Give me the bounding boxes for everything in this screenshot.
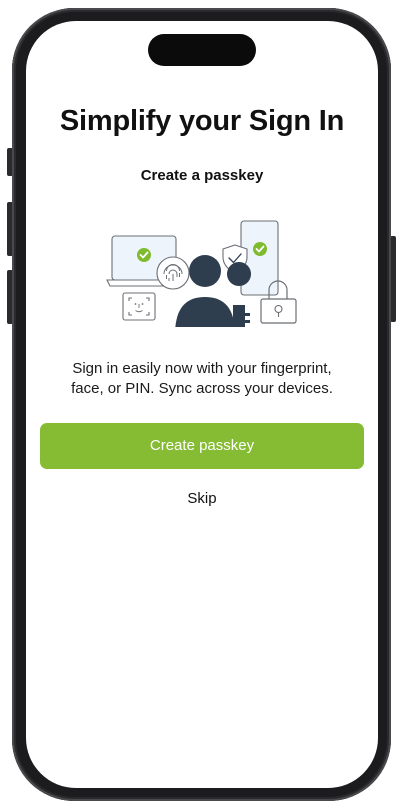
- create-passkey-button[interactable]: Create passkey: [40, 423, 364, 469]
- phone-screen: Simplify your Sign In Create a passkey S…: [26, 21, 378, 788]
- dynamic-island: [148, 34, 256, 66]
- laptop-checkmark-icon: [137, 248, 151, 262]
- phone-checkmark-icon: [253, 242, 267, 256]
- page-subtitle: Create a passkey: [140, 167, 264, 184]
- description-line-2: face, or PIN. Sync across your devices.: [71, 380, 333, 397]
- fingerprint-icon: [156, 256, 190, 290]
- passkey-illustration: [106, 220, 297, 327]
- page: Simplify your Sign In Create a passkey S…: [0, 0, 401, 812]
- description-text: Sign in easily now with your fingerprint…: [56, 359, 348, 399]
- face-id-icon: [122, 292, 156, 321]
- description-line-1: Sign in easily now with your fingerprint…: [72, 360, 332, 377]
- skip-button[interactable]: Skip: [172, 490, 232, 507]
- page-title: Simplify your Sign In: [59, 105, 345, 137]
